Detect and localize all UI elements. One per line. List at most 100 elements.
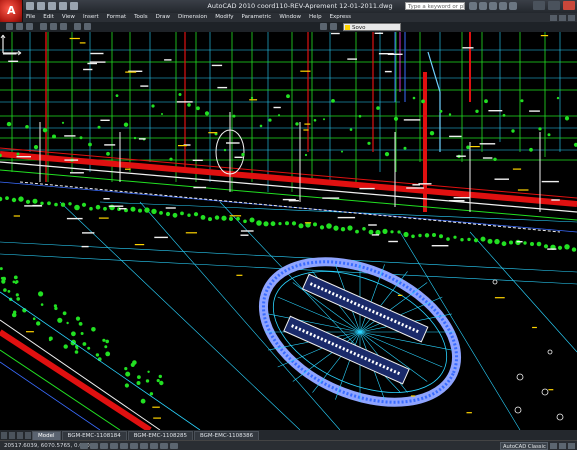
help-icon[interactable] — [509, 2, 517, 10]
tree-symbol — [390, 230, 394, 234]
tab-next-icon[interactable] — [17, 432, 23, 439]
toolbar-icon-6[interactable] — [60, 23, 67, 30]
redo-icon[interactable] — [70, 2, 78, 10]
tab-layout-1[interactable]: BGM-EMC-1108184 — [61, 431, 127, 440]
lineweight-icon[interactable] — [160, 443, 168, 449]
menu-draw[interactable]: Draw — [152, 13, 174, 22]
undo-icon[interactable] — [59, 2, 67, 10]
menu-view[interactable]: View — [58, 13, 79, 22]
tab-layout-3[interactable]: BGM-EMC-1108386 — [193, 431, 260, 440]
layer-state-icon[interactable] — [330, 23, 337, 30]
subscription-icon[interactable] — [479, 2, 487, 10]
tab-last-icon[interactable] — [25, 432, 31, 439]
tab-layout-2[interactable]: BGM-EMC-1108285 — [127, 431, 193, 440]
tab-model[interactable]: Model — [32, 431, 61, 440]
application-menu-button[interactable]: A — [0, 0, 23, 22]
dimension-mark — [410, 395, 416, 397]
new-icon[interactable] — [26, 2, 34, 10]
text-annotation-mark — [551, 199, 560, 201]
tree-symbol — [232, 114, 236, 118]
ortho-icon[interactable] — [100, 443, 108, 449]
snap-icon[interactable] — [80, 443, 88, 449]
tree-symbol — [57, 317, 63, 323]
open-icon[interactable] — [37, 2, 45, 10]
tree-symbol — [0, 267, 3, 271]
close-icon[interactable] — [563, 1, 575, 10]
ducs-icon[interactable] — [140, 443, 148, 449]
quick-properties-icon[interactable] — [170, 443, 178, 449]
tab-prev-icon[interactable] — [9, 432, 15, 439]
maximize-icon[interactable] — [548, 1, 560, 10]
tree-symbol — [81, 202, 87, 207]
tree-symbol — [228, 216, 234, 221]
menu-help[interactable]: Help — [305, 13, 326, 22]
toolbar-icon-4[interactable] — [40, 23, 47, 30]
tree-symbol — [286, 94, 290, 99]
tree-symbol — [326, 223, 332, 229]
grid-icon[interactable] — [90, 443, 98, 449]
text-annotation-mark — [103, 198, 110, 200]
tray-icon[interactable] — [559, 443, 566, 449]
toolbar-icon-2[interactable] — [16, 23, 23, 30]
layer-dropdown[interactable]: Sovo — [343, 23, 401, 31]
tree-symbol — [439, 234, 443, 239]
tree-symbol — [16, 152, 20, 156]
toolbar-icon-8[interactable] — [84, 23, 91, 30]
tree-symbol — [87, 346, 91, 350]
dyn-icon[interactable] — [150, 443, 158, 449]
tree-symbol — [487, 238, 493, 244]
menu-parametric[interactable]: Parametric — [238, 13, 276, 22]
clean-screen-icon[interactable] — [568, 443, 575, 449]
osnap-icon[interactable] — [120, 443, 128, 449]
drawing-canvas[interactable] — [0, 32, 577, 430]
text-annotation-mark — [529, 110, 540, 112]
toolbar-icon-3[interactable] — [26, 23, 33, 30]
polar-icon[interactable] — [110, 443, 118, 449]
menu-file[interactable]: File — [22, 13, 39, 22]
text-annotation-mark — [64, 159, 79, 161]
minimize-icon[interactable] — [533, 1, 545, 10]
menu-format[interactable]: Format — [103, 13, 130, 22]
save-icon[interactable] — [48, 2, 56, 10]
annotation-marks — [2, 32, 560, 250]
doc-minimize-icon[interactable] — [550, 14, 557, 21]
toolbar-icon-7[interactable] — [74, 23, 81, 30]
tree-symbol — [187, 103, 191, 107]
tree-symbol — [358, 114, 362, 118]
toolbar-icon-1[interactable] — [6, 23, 13, 30]
otrack-icon[interactable] — [130, 443, 138, 449]
favorites-icon[interactable] — [499, 2, 507, 10]
communication-icon[interactable] — [489, 2, 497, 10]
tab-first-icon[interactable] — [1, 432, 7, 439]
menu-edit[interactable]: Edit — [39, 13, 58, 22]
workspace-switcher[interactable]: AutoCAD Classic — [500, 442, 548, 450]
tree-symbol — [564, 244, 570, 250]
menu-window[interactable]: Window — [275, 13, 305, 22]
tree-symbol — [36, 321, 41, 326]
tree-symbol — [2, 276, 6, 281]
layer-properties-icon[interactable] — [320, 23, 327, 30]
dimension-mark — [494, 297, 505, 299]
menu-insert[interactable]: Insert — [79, 13, 103, 22]
lock-icon[interactable] — [550, 443, 557, 449]
doc-close-icon[interactable] — [568, 14, 575, 21]
search-input[interactable]: Type a keyword or phrase — [405, 2, 465, 10]
tree-symbol — [473, 238, 479, 243]
doc-restore-icon[interactable] — [559, 14, 566, 21]
toolbar-icon-5[interactable] — [50, 23, 57, 30]
tree-symbol — [11, 197, 17, 203]
menu-tools[interactable]: Tools — [130, 13, 152, 22]
search-icon[interactable] — [469, 2, 477, 10]
text-annotation-mark — [494, 178, 509, 180]
text-annotation-mark — [240, 234, 249, 236]
menu-modify[interactable]: Modify — [211, 13, 237, 22]
cad-drawing[interactable] — [0, 32, 577, 430]
tree-symbol — [82, 342, 87, 346]
dimension-marks — [13, 35, 554, 419]
menu-express[interactable]: Express — [326, 13, 355, 22]
text-annotation-mark — [448, 200, 465, 202]
menu-dimension[interactable]: Dimension — [174, 13, 211, 22]
tree-symbol — [250, 96, 254, 100]
dimension-mark — [26, 331, 34, 333]
tree-symbol — [204, 111, 210, 116]
